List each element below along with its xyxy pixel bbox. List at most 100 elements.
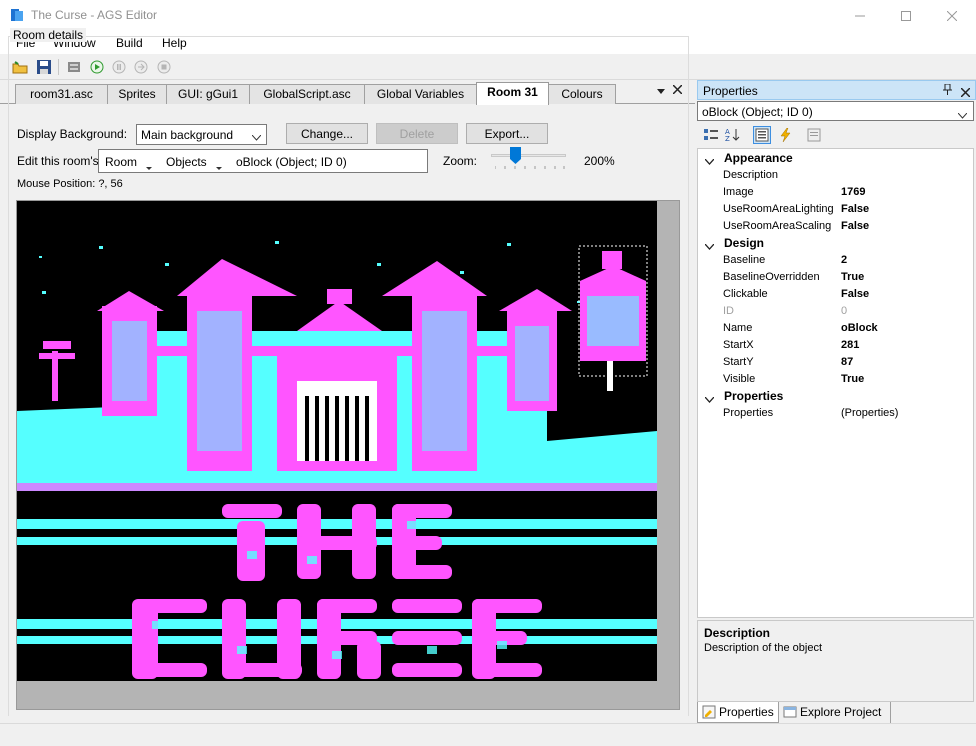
properties-header: Properties <box>697 80 976 100</box>
property-name: StartY <box>723 356 754 368</box>
property-name: StartX <box>723 339 754 351</box>
property-name: UseRoomAreaLighting <box>723 203 834 215</box>
description-text: Description of the object <box>704 642 823 654</box>
property-row-clickable[interactable]: Clickable False <box>698 286 973 303</box>
property-value[interactable]: 281 <box>841 339 859 351</box>
export-button[interactable]: Export... <box>466 123 548 144</box>
close-icon <box>947 10 957 21</box>
property-row-id: ID 0 <box>698 303 973 320</box>
property-name: BaselineOverridden <box>723 271 820 283</box>
property-value[interactable]: oBlock <box>841 322 878 334</box>
property-row-visible[interactable]: Visible True <box>698 371 973 388</box>
property-row-starty[interactable]: StartY 87 <box>698 354 973 371</box>
property-list-icon <box>755 128 769 142</box>
property-row-useroomareascaling[interactable]: UseRoomAreaScaling False <box>698 218 973 235</box>
crumb-objects-chevron-icon[interactable] <box>216 160 222 174</box>
events-view-button[interactable] <box>777 126 795 144</box>
panel-tabs: Properties Explore Project <box>697 702 976 723</box>
category-design[interactable]: Design <box>698 235 973 252</box>
description-pane: Description Description of the object <box>697 620 974 702</box>
property-row-description[interactable]: Description <box>698 167 973 184</box>
description-title: Description <box>704 626 771 640</box>
chevron-down-icon <box>251 130 262 144</box>
property-grid: Appearance Description Image 1769 UseRoo… <box>697 148 974 618</box>
property-value[interactable]: (Properties) <box>841 407 898 419</box>
property-row-name[interactable]: Name oBlock <box>698 320 973 337</box>
title-bar: The Curse - AGS Editor <box>0 0 976 31</box>
property-value[interactable]: False <box>841 288 869 300</box>
minimize-button[interactable] <box>837 0 883 31</box>
property-pages-icon <box>807 128 821 142</box>
categorized-view-button[interactable] <box>702 126 720 144</box>
property-name: UseRoomAreaScaling <box>723 220 832 232</box>
property-row-startx[interactable]: StartX 281 <box>698 337 973 354</box>
minimize-icon <box>855 15 865 16</box>
zoom-value: 200% <box>584 154 615 168</box>
tab-properties-label: Properties <box>719 705 774 719</box>
status-bar <box>0 723 976 746</box>
tab-room-31[interactable]: Room 31 <box>476 82 549 105</box>
properties-title: Properties <box>703 84 758 98</box>
sort-alphabetical-icon: AZ <box>725 128 740 142</box>
room-background-image[interactable] <box>17 201 657 681</box>
property-row-baseline[interactable]: Baseline 2 <box>698 252 973 269</box>
crumb-room-chevron-icon[interactable] <box>146 160 152 174</box>
close-window-button[interactable] <box>929 0 975 31</box>
crumb-selected-object[interactable]: oBlock (Object; ID 0) <box>236 155 347 169</box>
display-background-select[interactable]: Main background <box>136 124 267 145</box>
collapse-icon[interactable] <box>704 239 715 253</box>
crumb-objects[interactable]: Objects <box>166 155 207 169</box>
crumb-room[interactable]: Room <box>105 155 137 169</box>
category-label: Properties <box>724 389 784 403</box>
change-button[interactable]: Change... <box>286 123 368 144</box>
room-horizontal-scroll-area <box>17 681 679 709</box>
alphabetical-view-button[interactable]: AZ <box>724 126 742 144</box>
delete-button[interactable]: Delete <box>376 123 458 144</box>
property-value[interactable]: True <box>841 271 864 283</box>
property-row-baselineoverridden[interactable]: BaselineOverridden True <box>698 269 973 286</box>
zoom-slider-track[interactable] <box>491 154 566 157</box>
property-pages-button[interactable] <box>805 126 823 144</box>
properties-tab-icon <box>702 705 716 722</box>
category-appearance[interactable]: Appearance <box>698 150 973 167</box>
property-value[interactable]: True <box>841 373 864 385</box>
tab-explore-project[interactable]: Explore Project <box>779 702 891 723</box>
property-name: Properties <box>723 407 774 419</box>
close-panel-icon[interactable] <box>960 86 971 100</box>
chevron-down-icon <box>957 108 968 122</box>
properties-toolbar: AZ <box>697 122 974 148</box>
property-row-properties[interactable]: Properties (Properties) <box>698 405 973 422</box>
property-name: Clickable <box>723 288 768 300</box>
property-value[interactable]: 87 <box>841 356 853 368</box>
zoom-label: Zoom: <box>443 154 478 168</box>
maximize-button[interactable] <box>883 0 929 31</box>
property-name: Baseline <box>723 254 766 266</box>
property-value[interactable]: 2 <box>841 254 847 266</box>
app-icon <box>10 8 24 22</box>
property-value[interactable]: False <box>841 220 869 232</box>
room-layer-breadcrumb: Room Objects oBlock (Object; ID 0) <box>98 149 428 173</box>
collapse-icon[interactable] <box>704 392 715 406</box>
mouse-position: Mouse Position: ?, 56 <box>17 178 123 190</box>
property-row-useroomarealighting[interactable]: UseRoomAreaLighting False <box>698 201 973 218</box>
object-selector[interactable]: oBlock (Object; ID 0) <box>697 101 974 121</box>
property-name: Description <box>723 169 779 181</box>
tab-properties[interactable]: Properties <box>697 702 779 723</box>
properties-view-button[interactable] <box>753 126 771 144</box>
window-title: The Curse - AGS Editor <box>31 8 158 22</box>
room-details-label: Room details <box>10 28 87 42</box>
display-background-value: Main background <box>141 128 234 142</box>
zoom-slider-thumb[interactable] <box>510 147 521 164</box>
zoom-slider-ticks <box>495 166 565 169</box>
categorized-icon <box>704 129 718 140</box>
castle-title-art <box>17 201 657 681</box>
category-properties[interactable]: Properties <box>698 388 973 405</box>
property-row-image[interactable]: Image 1769 <box>698 184 973 201</box>
property-name: Visible <box>723 373 756 385</box>
object-selector-value: oBlock (Object; ID 0) <box>702 105 813 119</box>
lightning-icon <box>780 128 791 142</box>
property-value[interactable]: False <box>841 203 869 215</box>
pin-icon[interactable] <box>943 83 952 98</box>
collapse-icon[interactable] <box>704 154 715 168</box>
property-value[interactable]: 1769 <box>841 186 865 198</box>
